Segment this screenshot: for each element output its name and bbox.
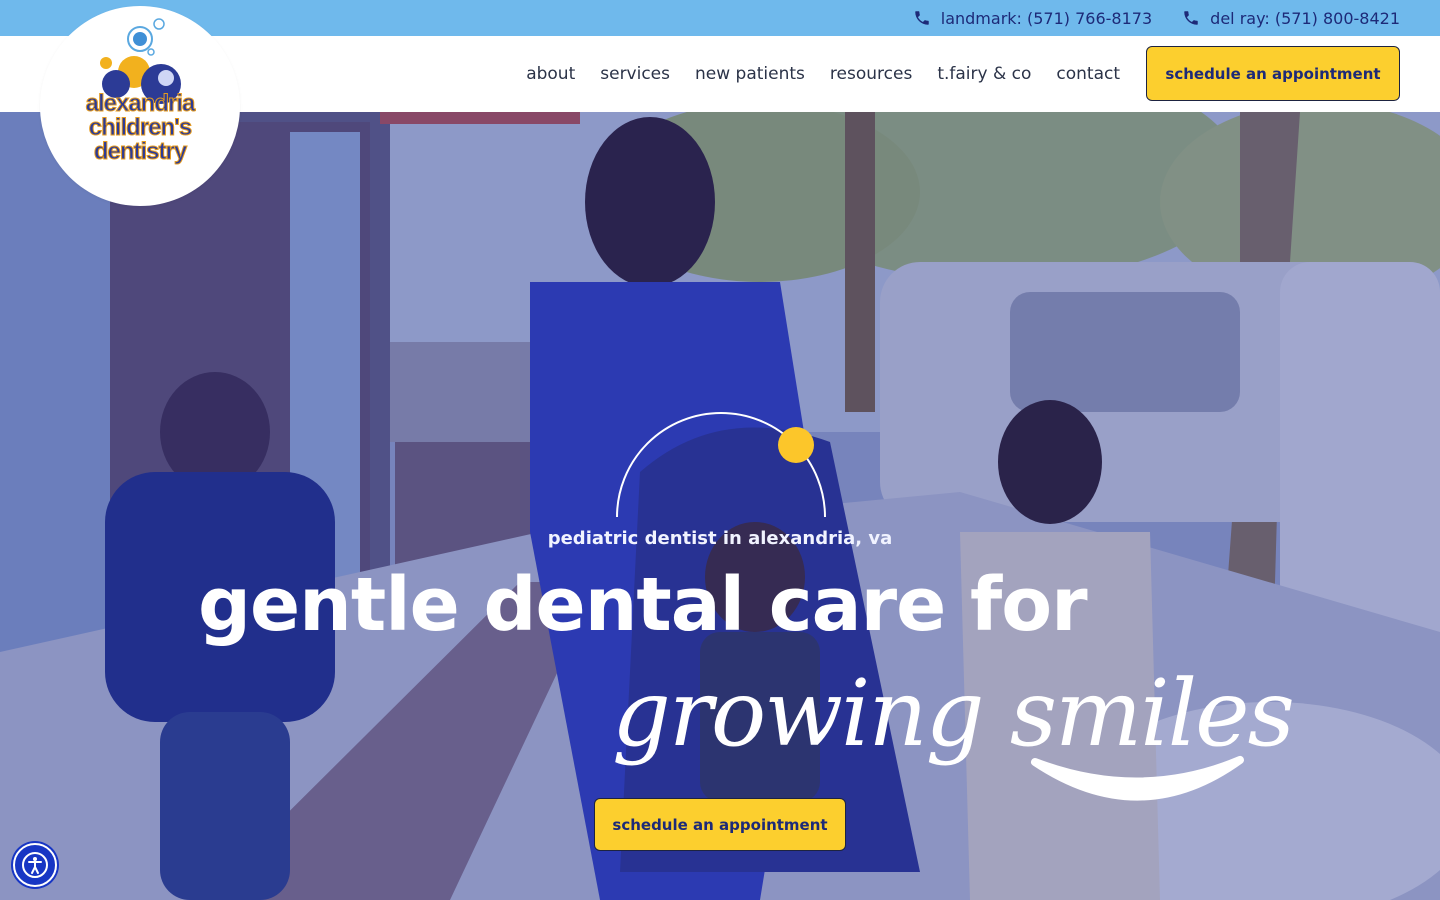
- logo-line-2: children's: [88, 114, 192, 141]
- logo-line-3: dentistry: [93, 138, 187, 165]
- nav-contact[interactable]: contact: [1056, 64, 1120, 84]
- hero-eyebrow: pediatric dentist in alexandria, va: [547, 528, 893, 549]
- nav-tfairy-co[interactable]: t.fairy & co: [937, 64, 1031, 84]
- header-schedule-button[interactable]: schedule an appointment: [1146, 46, 1400, 101]
- phone-landmark-label: landmark: (571) 766-8173: [940, 8, 1153, 28]
- accessibility-icon: [22, 852, 48, 878]
- nav-resources[interactable]: resources: [830, 64, 912, 84]
- logo-line-1: alexandria: [85, 90, 196, 117]
- hero-headline: gentle dental care for: [198, 562, 1088, 648]
- nav-new-patients[interactable]: new patients: [695, 64, 805, 84]
- phone-icon: [915, 11, 929, 25]
- hero-schedule-button[interactable]: schedule an appointment: [594, 798, 846, 851]
- nav-services[interactable]: services: [600, 64, 670, 84]
- phone-landmark[interactable]: landmark: (571) 766-8173: [913, 9, 1152, 28]
- phone-del-ray-label: del ray: (571) 800-8421: [1210, 8, 1400, 28]
- phone-del-ray[interactable]: del ray: (571) 800-8421: [1182, 9, 1400, 28]
- main-nav: about services new patients resources t.…: [526, 36, 1120, 112]
- hero-script-headline: growing smiles: [612, 660, 1295, 767]
- nav-about[interactable]: about: [526, 64, 575, 84]
- site-logo[interactable]: alexandria children's dentistry: [40, 6, 240, 206]
- phone-icon: [1184, 11, 1198, 25]
- hero-decor: [616, 412, 1244, 801]
- hero-section: pediatric dentist in alexandria, va gent…: [0, 112, 1440, 900]
- accessibility-button[interactable]: [13, 843, 57, 887]
